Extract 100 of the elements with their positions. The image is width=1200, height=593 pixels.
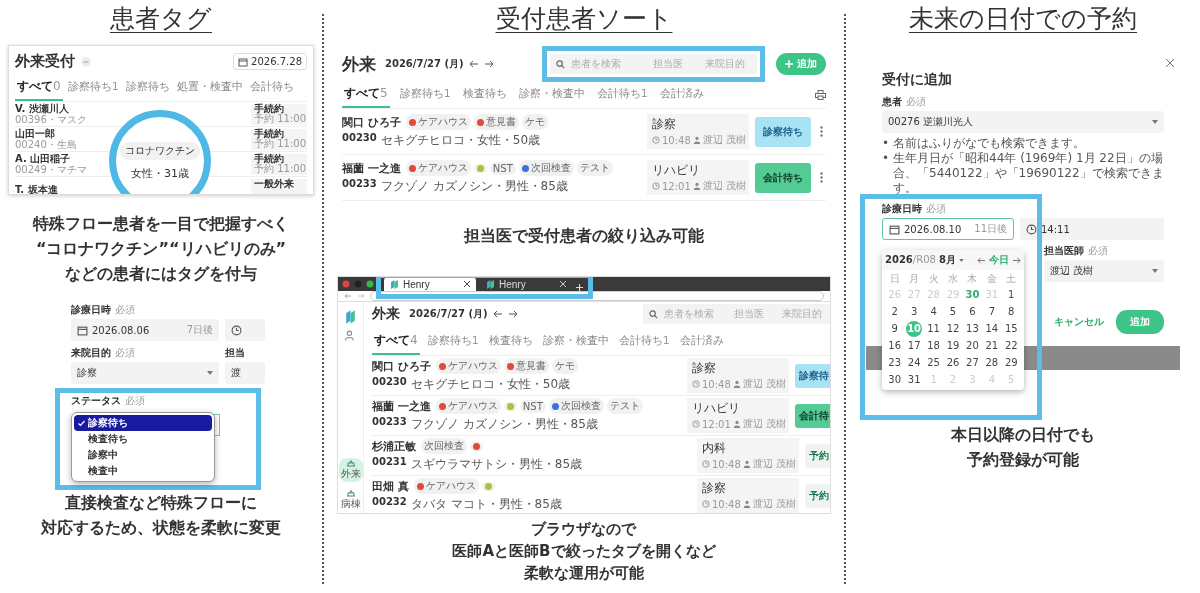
calendar-day[interactable]: 21 bbox=[982, 338, 1002, 354]
arrow-left-icon[interactable] bbox=[977, 256, 986, 264]
arrow-left-icon[interactable] bbox=[468, 60, 479, 68]
arrow-right-icon[interactable] bbox=[507, 310, 518, 318]
relative-date: 11日後 bbox=[974, 222, 1007, 236]
more-icon[interactable] bbox=[820, 172, 823, 183]
calendar-day[interactable]: 17 bbox=[904, 338, 924, 354]
nav-item[interactable]: 外来 bbox=[338, 458, 363, 482]
calendar-day[interactable]: 28 bbox=[982, 355, 1002, 371]
status-button[interactable]: 診察待ち bbox=[755, 116, 811, 147]
tab[interactable]: 検査待ち bbox=[486, 329, 535, 354]
nav-label: 外来 bbox=[340, 467, 361, 481]
back-icon[interactable] bbox=[344, 293, 352, 299]
tag-label: NST bbox=[492, 162, 513, 174]
calendar-day[interactable]: 5 bbox=[943, 304, 963, 320]
more-icon[interactable] bbox=[820, 126, 823, 137]
status-button[interactable]: 予約 bbox=[805, 483, 830, 508]
calendar-day[interactable]: 11 bbox=[923, 321, 944, 337]
calendar-day[interactable]: 2 bbox=[885, 304, 905, 320]
browser-tab[interactable]: Henry bbox=[480, 277, 572, 291]
select-field[interactable]: 診察 bbox=[71, 362, 219, 384]
calendar-day[interactable]: 7 bbox=[982, 304, 1002, 320]
calendar-day[interactable]: 27 bbox=[962, 355, 983, 371]
tab[interactable]: すべて5 bbox=[342, 81, 390, 108]
calendar-day[interactable]: 19 bbox=[943, 338, 963, 354]
menu-option[interactable]: 検査中 bbox=[74, 463, 212, 479]
tab[interactable]: 診察待ち1 bbox=[65, 75, 121, 100]
calendar-day[interactable]: 4 bbox=[923, 304, 944, 320]
option-label: 診察中 bbox=[88, 448, 118, 462]
select-field[interactable]: 渡 bbox=[225, 362, 265, 384]
plus-icon[interactable] bbox=[576, 284, 583, 291]
select-field[interactable]: 00276 逆瀬川光人 bbox=[882, 111, 1164, 133]
calendar-day[interactable]: 29 bbox=[1001, 355, 1021, 371]
close-icon[interactable] bbox=[464, 281, 470, 287]
calendar-day[interactable]: 14 bbox=[982, 321, 1002, 337]
clock-icon bbox=[652, 136, 660, 144]
time-field[interactable] bbox=[225, 319, 265, 341]
tab[interactable]: 会計待ち1 bbox=[616, 329, 672, 354]
calendar-day[interactable]: 22 bbox=[1001, 338, 1021, 354]
status-button[interactable]: 会計待 bbox=[795, 403, 830, 428]
tab[interactable]: 診察・検査中 bbox=[540, 329, 611, 354]
arrow-left-icon[interactable] bbox=[492, 310, 503, 318]
calendar-day[interactable]: 6 bbox=[962, 304, 983, 320]
tab[interactable]: 会計待ち1 bbox=[594, 82, 650, 107]
calendar-day[interactable]: 8 bbox=[1001, 304, 1021, 320]
print-icon[interactable] bbox=[815, 89, 826, 100]
menu-option[interactable]: 検査待ち bbox=[74, 431, 212, 447]
tab[interactable]: 診察待ち1 bbox=[397, 82, 453, 107]
calendar-day[interactable]: 13 bbox=[962, 321, 983, 337]
calendar-day[interactable]: 18 bbox=[923, 338, 944, 354]
status-button[interactable]: 会計待ち bbox=[755, 162, 811, 193]
close-icon[interactable] bbox=[1166, 59, 1174, 67]
tab[interactable]: 診察待ち1 bbox=[425, 329, 481, 354]
select-field[interactable]: 渡辺 茂樹 bbox=[1044, 260, 1164, 282]
status-text: 手続約 bbox=[254, 103, 284, 114]
date-text: 2026/7/27 (月) bbox=[385, 57, 464, 71]
arrow-right-icon[interactable] bbox=[483, 60, 494, 68]
status-button[interactable]: 予約 bbox=[805, 443, 830, 468]
calendar-day[interactable]: 24 bbox=[904, 355, 924, 371]
calendar-day[interactable]: 23 bbox=[885, 355, 905, 371]
caption: ブラウザなので 医師Aと医師Bで絞ったタブを開くなど 柔軟な運用が可能 bbox=[452, 519, 716, 584]
tab[interactable]: 会計待ち bbox=[247, 75, 296, 100]
calendar-day[interactable]: 20 bbox=[962, 338, 983, 354]
calendar-day[interactable]: 12 bbox=[943, 321, 963, 337]
person-icon bbox=[692, 182, 701, 190]
date-field[interactable]: 2026.7.28 bbox=[233, 53, 307, 70]
calendar-day[interactable]: 3 bbox=[904, 304, 924, 320]
calendar-day[interactable]: 1 bbox=[1001, 287, 1021, 303]
tab[interactable]: 診察・検査中 bbox=[516, 82, 587, 107]
tab[interactable]: 検査待ち bbox=[460, 82, 509, 107]
clock-icon bbox=[692, 380, 700, 388]
calendar-day[interactable]: 16 bbox=[885, 338, 905, 354]
person-icon bbox=[692, 136, 701, 144]
date-field[interactable]: 2026.08.10 11日後 bbox=[882, 218, 1014, 240]
tab[interactable]: すべて0 bbox=[15, 74, 63, 101]
tab[interactable]: 会計済み bbox=[657, 82, 706, 107]
calendar-day[interactable]: 31 bbox=[904, 372, 924, 388]
tab[interactable]: 診察待ち bbox=[123, 75, 172, 100]
arrow-right-icon[interactable] bbox=[1012, 256, 1021, 264]
calendar-day[interactable]: 30 bbox=[885, 372, 905, 388]
month-select[interactable]: 2026/R08 8月 bbox=[885, 253, 957, 267]
window-controls-icon bbox=[342, 280, 376, 288]
calendar-day[interactable]: 9 bbox=[885, 321, 905, 337]
tab[interactable]: すべて4 bbox=[372, 328, 420, 355]
time-field[interactable]: 14:11 bbox=[1020, 218, 1164, 240]
status-button[interactable]: 診察待 bbox=[795, 363, 830, 388]
menu-option[interactable]: 診察待ち bbox=[74, 415, 212, 431]
calendar-day[interactable]: 25 bbox=[923, 355, 944, 371]
patient-name: 福薗 一之進 bbox=[342, 160, 401, 176]
nav-item[interactable]: 病棟 bbox=[338, 488, 363, 512]
people-icon[interactable] bbox=[345, 330, 356, 341]
date-field[interactable]: 2026.08.06 7日後 bbox=[71, 319, 219, 341]
menu-option[interactable]: 診察中 bbox=[74, 447, 212, 463]
calendar-day[interactable]: 26 bbox=[943, 355, 963, 371]
tab[interactable]: 会計済み bbox=[677, 329, 726, 354]
tag-label: ケアハウス bbox=[417, 161, 468, 175]
field-label: 患者 bbox=[882, 95, 902, 109]
tab[interactable]: 処置・検査中 bbox=[174, 75, 245, 100]
calendar-day[interactable]: 15 bbox=[1001, 321, 1021, 337]
patient-id: 00232 bbox=[372, 496, 407, 509]
